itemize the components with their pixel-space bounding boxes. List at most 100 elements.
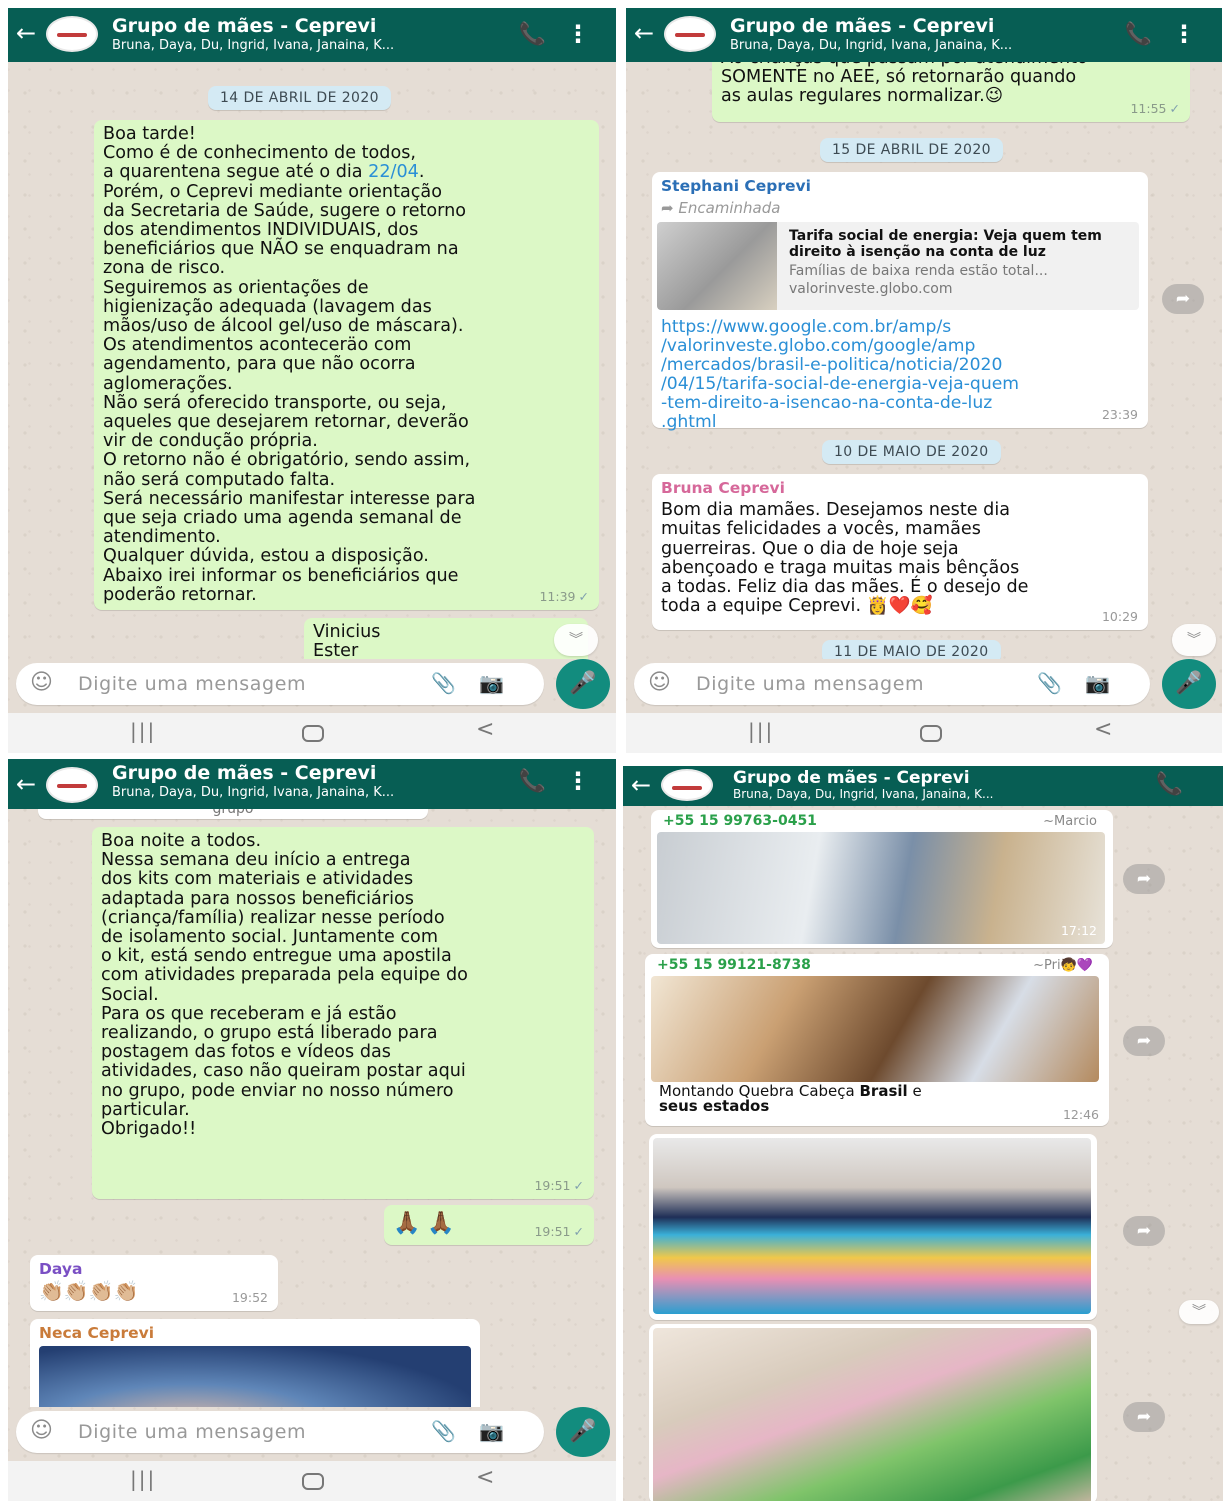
blurred-video-thumbnail[interactable] — [39, 1346, 471, 1407]
add-call-icon[interactable]: 📞 — [1156, 772, 1183, 797]
paperclip-icon[interactable]: 📎 — [431, 1419, 456, 1443]
preview-thumbnail — [657, 222, 777, 311]
message-bubble[interactable]: grupo — [38, 809, 428, 819]
date-divider: 11 DE MAIO DE 2020 — [822, 640, 1001, 659]
message-input[interactable]: ☺ Digite uma mensagem 📎 📷 — [16, 663, 544, 705]
message-bubble[interactable]: Vinicius Ester Samuel Vieira — [304, 618, 588, 659]
message-input[interactable]: ☺ Digite uma mensagem 📎 📷 — [16, 1411, 544, 1453]
photo-message[interactable]: +55 15 99121-8738 ~Pri🧒💜 Montando Quebra… — [645, 954, 1109, 1126]
preview-domain: valorinveste.globo.com — [789, 281, 953, 298]
group-avatar[interactable] — [661, 769, 713, 801]
add-call-icon[interactable]: 📞 — [519, 769, 546, 794]
android-nav-bar: ||| < — [8, 713, 616, 753]
share-forward-icon[interactable]: ➦ — [1123, 864, 1165, 894]
group-avatar[interactable] — [46, 16, 98, 52]
group-avatar[interactable] — [664, 16, 716, 52]
chat-screen-3: ← Grupo de mães - Ceprevi Bruna, Daya, D… — [8, 759, 616, 1501]
share-forward-icon[interactable]: ➦ — [1123, 1026, 1165, 1056]
photo-thumbnail[interactable] — [653, 1138, 1091, 1314]
home-icon[interactable] — [920, 725, 942, 742]
more-menu-icon[interactable]: ⋮ — [1172, 20, 1196, 48]
nav-back-icon[interactable]: < — [476, 1465, 494, 1490]
sender-name[interactable]: Daya — [39, 1260, 269, 1279]
home-icon[interactable] — [302, 725, 324, 742]
message-bubble[interactable]: Neca Ceprevi — [30, 1319, 480, 1407]
microphone-button[interactable]: 🎤 — [556, 659, 610, 709]
message-time: 19:51 ✓ — [534, 1177, 584, 1193]
photo-thumbnail[interactable]: 17:12 — [657, 832, 1105, 944]
camera-icon[interactable]: 📷 — [1085, 671, 1110, 695]
group-participants[interactable]: Bruna, Daya, Du, Ingrid, Ivana, Janaina,… — [112, 38, 394, 53]
sender-name[interactable]: Bruna Ceprevi — [661, 479, 1139, 498]
share-forward-icon[interactable]: ➦ — [1123, 1216, 1165, 1246]
paperclip-icon[interactable]: 📎 — [431, 671, 456, 695]
group-participants[interactable]: Bruna, Daya, Du, Ingrid, Ivana, Janaina,… — [733, 787, 993, 801]
input-placeholder: Digite uma mensagem — [696, 673, 925, 695]
emoji-icon[interactable]: ☺ — [30, 670, 53, 695]
scroll-down-icon[interactable]: ︾ — [554, 624, 598, 656]
group-title[interactable]: Grupo de mães - Ceprevi — [112, 15, 376, 37]
recents-icon[interactable]: ||| — [748, 719, 774, 743]
sender-name[interactable]: Neca Ceprevi — [39, 1324, 471, 1343]
message-bubble[interactable]: Ao crianças que passam por atendimento S… — [712, 62, 1190, 122]
microphone-button[interactable]: 🎤 — [556, 1407, 610, 1457]
group-title[interactable]: Grupo de mães - Ceprevi — [733, 768, 970, 788]
chat-area[interactable]: grupo Boa noite a todos. Nessa semana de… — [8, 809, 616, 1407]
more-menu-icon[interactable]: ⋮ — [566, 20, 590, 48]
paperclip-icon[interactable]: 📎 — [1037, 671, 1062, 695]
back-arrow-icon[interactable]: ← — [631, 772, 651, 798]
group-title[interactable]: Grupo de mães - Ceprevi — [730, 15, 994, 37]
back-arrow-icon[interactable]: ← — [16, 20, 36, 46]
home-icon[interactable] — [302, 1473, 324, 1490]
share-forward-icon[interactable]: ➦ — [1162, 284, 1204, 314]
microphone-button[interactable]: 🎤 — [1162, 659, 1216, 709]
emoji-icon[interactable]: ☺ — [30, 1418, 53, 1443]
back-arrow-icon[interactable]: ← — [16, 771, 36, 797]
message-bubble[interactable]: Boa noite a todos. Nessa semana deu iníc… — [92, 827, 594, 1199]
share-forward-icon[interactable]: ➦ — [1123, 1402, 1165, 1432]
message-link[interactable]: https://www.google.com.br/amp/s /valorin… — [661, 318, 1139, 432]
message-bubble[interactable]: Boa tarde! Como é de conhecimento de tod… — [94, 120, 599, 610]
sender-name[interactable]: Stephani Ceprevi — [661, 177, 1139, 196]
add-call-icon[interactable]: 📞 — [519, 22, 546, 47]
scroll-down-icon[interactable]: ︾ — [1172, 624, 1216, 656]
nav-back-icon[interactable]: < — [1094, 717, 1112, 742]
link-preview[interactable]: Tarifa social de energia: Veja quem tem … — [657, 222, 1139, 311]
preview-description: Famílias de baixa renda estão total... — [789, 263, 1048, 280]
photo-message[interactable] — [649, 1324, 1097, 1501]
chat-header: ← Grupo de mães - Ceprevi Bruna, Daya, D… — [626, 8, 1222, 62]
photo-thumbnail[interactable] — [651, 976, 1099, 1082]
recents-icon[interactable]: ||| — [130, 1467, 156, 1491]
chat-area[interactable]: 14 DE ABRIL DE 2020 Boa tarde! Como é de… — [8, 62, 616, 659]
scroll-down-icon[interactable]: ︾ — [1179, 1300, 1219, 1324]
message-bubble[interactable]: Bruna Ceprevi Bom dia mamães. Desejamos … — [652, 474, 1148, 630]
sender-phone[interactable]: +55 15 99763-0451 — [663, 812, 817, 831]
back-arrow-icon[interactable]: ← — [634, 20, 654, 46]
emoji-icon[interactable]: ☺ — [648, 670, 671, 695]
message-text: Bom dia mamães. Desejamos neste dia muit… — [661, 500, 1029, 617]
message-bubble[interactable]: Daya 👏🏼👏🏼👏🏼👏🏼 19:52 — [30, 1255, 278, 1311]
photo-thumbnail[interactable] — [653, 1328, 1091, 1501]
chat-area[interactable]: Ao crianças que passam por atendimento S… — [626, 62, 1222, 659]
message-bubble[interactable]: 🙏🏾 🙏🏾 19:51 ✓ — [384, 1205, 594, 1245]
group-title[interactable]: Grupo de mães - Ceprevi — [112, 762, 376, 784]
date-link[interactable]: 22/04 — [368, 162, 419, 182]
delivered-check-icon: ✓ — [573, 1223, 584, 1239]
camera-icon[interactable]: 📷 — [479, 1419, 504, 1443]
group-participants[interactable]: Bruna, Daya, Du, Ingrid, Ivana, Janaina,… — [730, 38, 1012, 53]
sender-alias: ~Marcio — [1043, 814, 1097, 829]
add-call-icon[interactable]: 📞 — [1125, 22, 1152, 47]
message-bubble[interactable]: Stephani Ceprevi ➦ Encaminhada Tarifa so… — [652, 172, 1148, 432]
photo-message[interactable] — [649, 1134, 1097, 1320]
photo-message[interactable]: +55 15 99763-0451 ~Marcio 17:12 — [651, 810, 1113, 948]
camera-icon[interactable]: 📷 — [479, 671, 504, 695]
group-avatar[interactable] — [46, 767, 98, 803]
delivered-check-icon: ✓ — [573, 1177, 584, 1193]
nav-back-icon[interactable]: < — [476, 717, 494, 742]
more-menu-icon[interactable]: ⋮ — [566, 767, 590, 795]
recents-icon[interactable]: ||| — [130, 719, 156, 743]
group-participants[interactable]: Bruna, Daya, Du, Ingrid, Ivana, Janaina,… — [112, 785, 394, 800]
sender-phone[interactable]: +55 15 99121-8738 — [657, 956, 811, 975]
message-input[interactable]: ☺ Digite uma mensagem 📎 📷 — [634, 663, 1150, 705]
message-text: Vinicius Ester Samuel Vieira — [313, 622, 381, 659]
